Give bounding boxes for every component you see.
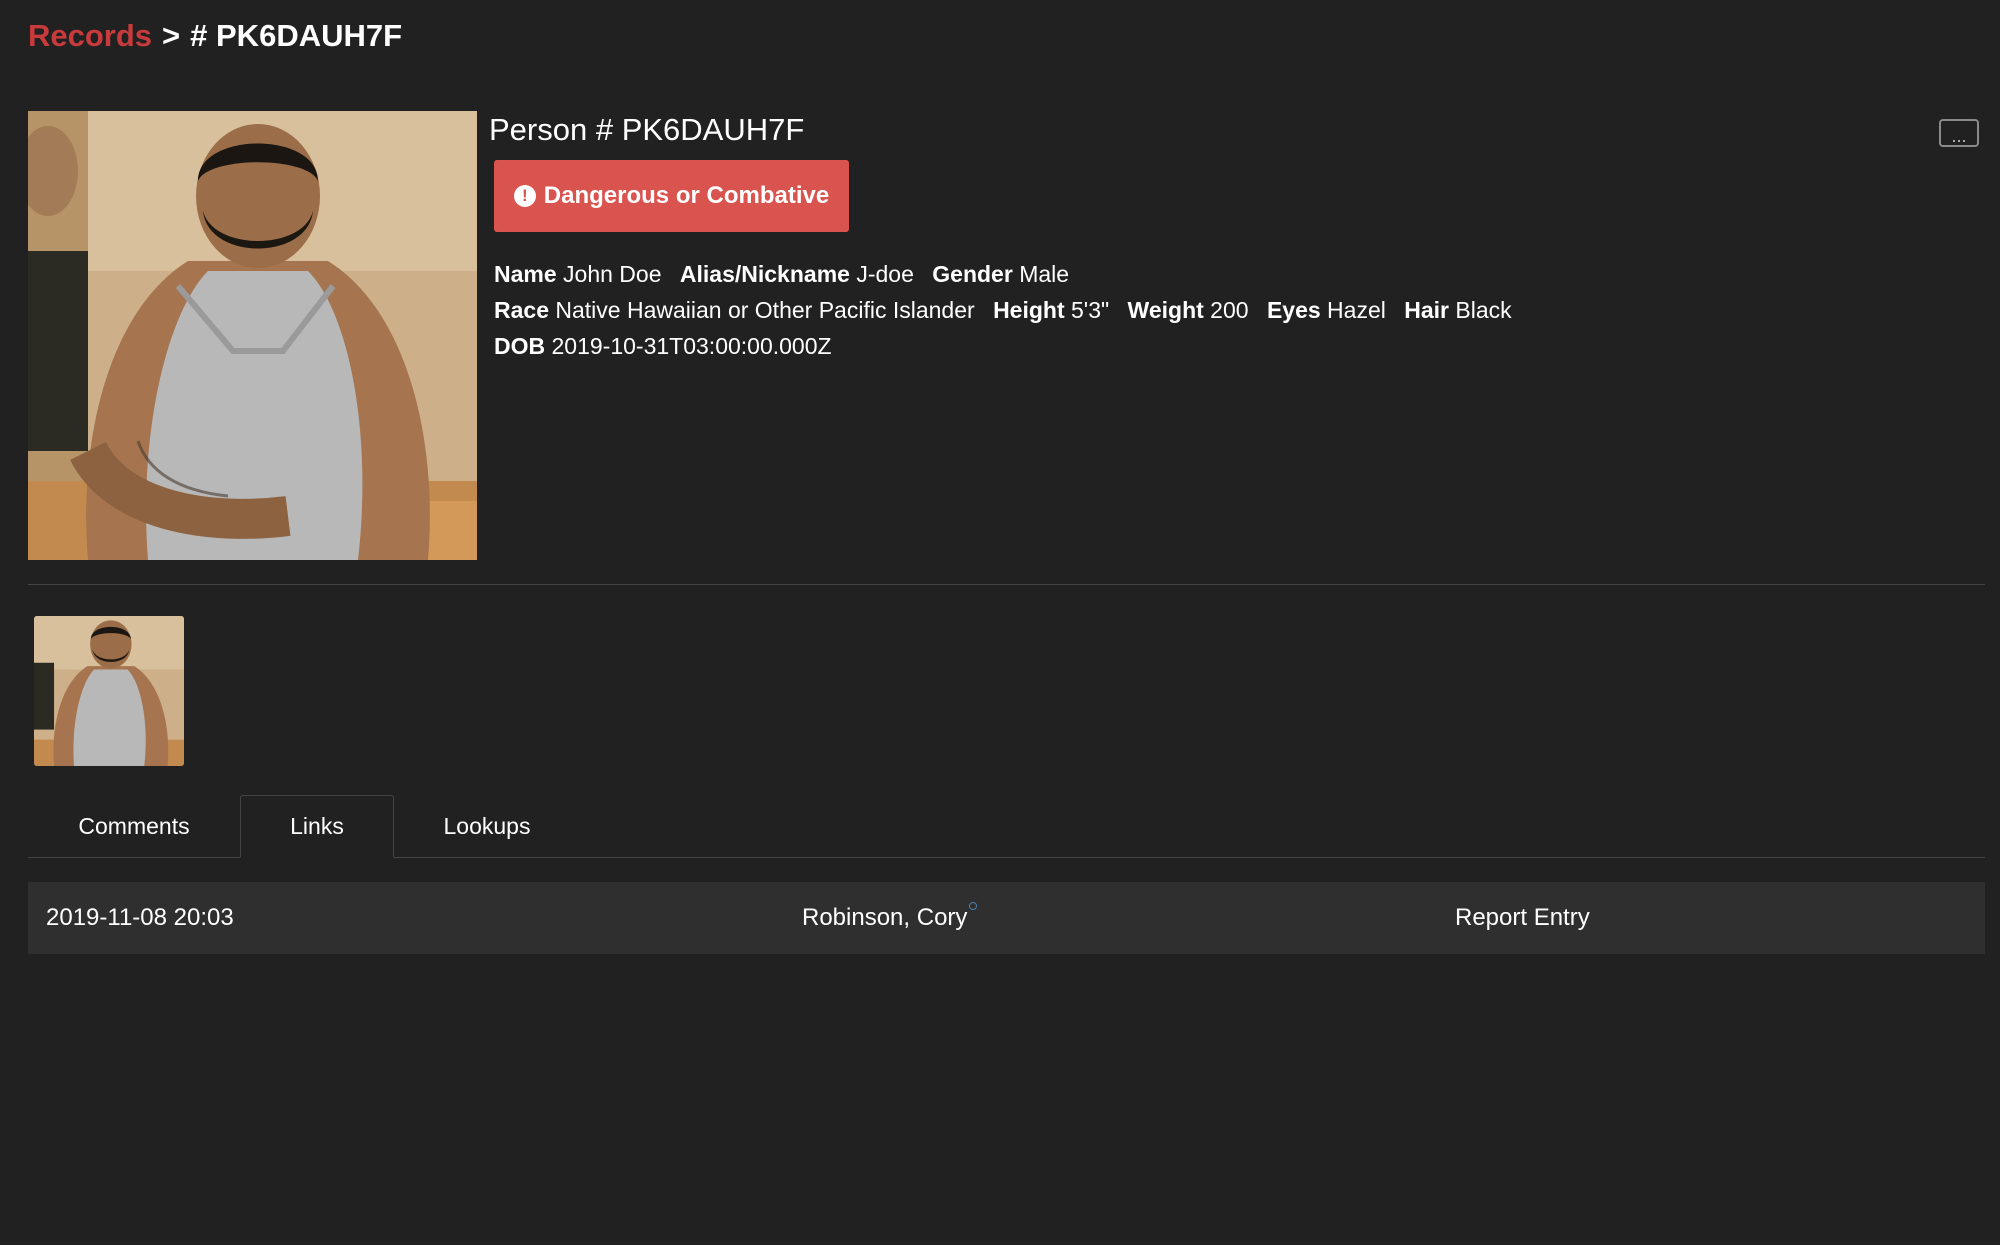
person-details: Name John Doe Alias/Nickname J-doe Gende…: [494, 256, 1524, 364]
exclamation-circle-icon: !: [513, 185, 536, 207]
person-photo-image: [28, 111, 477, 560]
person-title: Person # PK6DAUH7F: [489, 112, 805, 147]
detail-height: Height 5'3": [993, 297, 1109, 323]
link-date: 2019-11-08 20:03: [46, 904, 234, 931]
breadcrumb: Records > # PK6DAUH7F: [28, 18, 402, 54]
photo-thumbnail[interactable]: [34, 616, 184, 766]
detail-alias-value: J-doe: [856, 261, 914, 287]
author-status-dot-icon: [969, 902, 978, 910]
detail-race: Race Native Hawaiian or Other Pacific Is…: [494, 297, 975, 323]
flag-label: Dangerous or Combative: [543, 182, 830, 209]
detail-gender: Gender Male: [932, 261, 1069, 287]
link-type[interactable]: Report Entry: [1455, 882, 1590, 954]
detail-name-label: Name: [494, 261, 557, 287]
detail-name: Name John Doe: [494, 261, 662, 287]
record-page: Records > # PK6DAUH7F Person # PK6DAUH7F…: [0, 0, 2000, 1245]
detail-dob-value: 2019-10-31T03:00:00.000Z: [551, 333, 832, 359]
detail-weight-value: 200: [1210, 297, 1249, 323]
detail-eyes-value: Hazel: [1327, 297, 1386, 323]
tab-links[interactable]: Links: [240, 795, 394, 858]
record-tabs: Comments Links Lookups: [28, 795, 1985, 858]
detail-dob: DOB 2019-10-31T03:00:00.000Z: [494, 333, 832, 359]
details-row-physical: Race Native Hawaiian or Other Pacific Is…: [494, 292, 1524, 328]
link-author: Robinson, Cory: [802, 882, 978, 954]
detail-weight-label: Weight: [1127, 297, 1204, 323]
detail-gender-label: Gender: [932, 261, 1013, 287]
thumbnail-image: [34, 616, 184, 766]
detail-dob-label: DOB: [494, 333, 546, 359]
link-row[interactable]: 2019-11-08 20:03 Robinson, Cory Report E…: [28, 882, 1985, 954]
detail-hair: Hair Black: [1404, 297, 1511, 323]
detail-height-label: Height: [993, 297, 1065, 323]
dangerous-flag-button[interactable]: ! Dangerous or Combative: [494, 160, 849, 232]
more-options-button[interactable]: ...: [1939, 119, 1979, 147]
detail-alias: Alias/Nickname J-doe: [680, 261, 914, 287]
detail-gender-value: Male: [1019, 261, 1070, 287]
detail-name-value: John Doe: [563, 261, 662, 287]
breadcrumb-records-link[interactable]: Records: [28, 18, 152, 54]
breadcrumb-separator: >: [162, 18, 181, 53]
detail-race-label: Race: [494, 297, 549, 323]
section-divider: [28, 584, 1985, 585]
detail-eyes: Eyes Hazel: [1267, 297, 1386, 323]
person-photo[interactable]: [28, 111, 477, 560]
detail-weight: Weight 200: [1128, 297, 1249, 323]
tab-lookups[interactable]: Lookups: [394, 795, 580, 857]
detail-hair-label: Hair: [1404, 297, 1449, 323]
detail-alias-label: Alias/Nickname: [679, 261, 850, 287]
tab-comments[interactable]: Comments: [28, 795, 240, 857]
detail-height-value: 5'3": [1071, 297, 1110, 323]
breadcrumb-current: # PK6DAUH7F: [190, 18, 403, 53]
link-author-name: Robinson, Cory: [802, 904, 968, 931]
detail-hair-value: Black: [1455, 297, 1512, 323]
detail-eyes-label: Eyes: [1266, 297, 1321, 323]
detail-race-value: Native Hawaiian or Other Pacific Islande…: [555, 297, 975, 323]
details-row-dob: DOB 2019-10-31T03:00:00.000Z: [494, 328, 1524, 364]
details-row-identity: Name John Doe Alias/Nickname J-doe Gende…: [494, 256, 1524, 292]
